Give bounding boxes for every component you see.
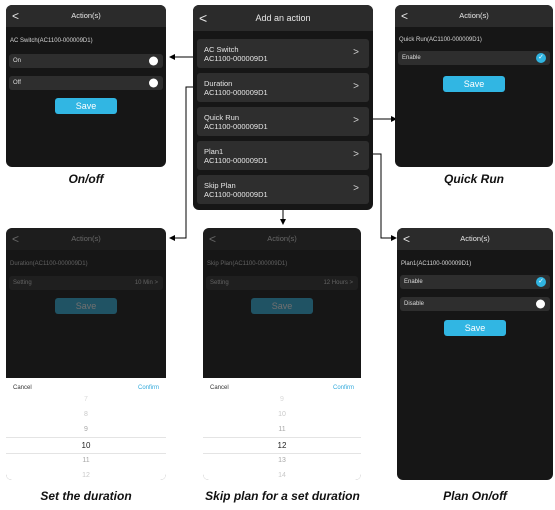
page-title: Action(s): [460, 234, 490, 243]
action-item-name: AC Switch: [204, 45, 239, 54]
confirm-button[interactable]: Confirm: [333, 385, 354, 391]
picker-option[interactable]: 8: [6, 411, 166, 418]
save-button[interactable]: Save: [444, 320, 506, 336]
setting-value: 12 Hours >: [323, 280, 353, 286]
skip-hours-picker[interactable]: Cancel Confirm 9 10 11 12 13 14 15: [203, 378, 361, 480]
topbar: < Action(s): [6, 5, 166, 27]
save-button[interactable]: Save: [251, 298, 313, 314]
cancel-button[interactable]: Cancel: [13, 385, 32, 391]
picker-selection-line: [6, 453, 166, 454]
chevron-right-icon: >: [353, 183, 359, 194]
save-button[interactable]: Save: [55, 98, 117, 114]
onoff-screen: < Action(s) AC Switch(AC1100-000009D1) O…: [6, 5, 166, 167]
action-item-ac-switch[interactable]: AC Switch AC1100-000009D1 >: [197, 39, 369, 68]
save-button[interactable]: Save: [55, 298, 117, 314]
check-icon[interactable]: ✓: [536, 53, 546, 63]
setting-row[interactable]: Setting 10 Min >: [9, 276, 163, 290]
picker-option[interactable]: 7: [6, 396, 166, 403]
picker-option[interactable]: 14: [203, 472, 361, 479]
device-subtitle: Plan1(AC1100-000009D1): [401, 261, 472, 267]
action-item-device: AC1100-000009D1: [204, 54, 268, 63]
action-item-duration[interactable]: Duration AC1100-000009D1 >: [197, 73, 369, 102]
picker-option[interactable]: 12: [6, 472, 166, 479]
topbar: < Action(s): [395, 5, 553, 27]
chevron-right-icon: >: [353, 81, 359, 92]
setting-label: Setting: [210, 280, 229, 286]
action-item-name: Plan1: [204, 147, 224, 156]
option-off[interactable]: Off: [9, 76, 163, 90]
caption-duration: Set the duration: [40, 489, 132, 503]
option-label: Enable: [404, 279, 423, 285]
caption-quickrun: Quick Run: [443, 172, 504, 186]
action-item-device: AC1100-000009D1: [204, 88, 268, 97]
caption-skip-plan: Skip plan for a set duration: [205, 489, 360, 503]
action-item-name: Duration: [204, 79, 233, 88]
page-title: Action(s): [71, 234, 101, 243]
cancel-button[interactable]: Cancel: [210, 385, 229, 391]
picker-option[interactable]: 9: [6, 426, 166, 433]
add-action-screen: < Add an action AC Switch AC1100-000009D…: [193, 5, 373, 210]
picker-option[interactable]: 11: [6, 457, 166, 464]
action-item-skip-plan[interactable]: Skip Plan AC1100-000009D1 >: [197, 175, 369, 204]
page-title: Action(s): [71, 11, 101, 20]
action-item-quick-run[interactable]: Quick Run AC1100-000009D1 >: [197, 107, 369, 136]
topbar: < Action(s): [397, 228, 553, 250]
option-disable[interactable]: Disable: [400, 297, 550, 311]
topbar: < Action(s): [203, 228, 361, 250]
topbar: < Add an action: [193, 5, 373, 31]
option-label: Off: [13, 80, 21, 86]
duration-screen: < Action(s) Duration(AC1100-000009D1) Se…: [6, 228, 166, 480]
chevron-right-icon: >: [353, 149, 359, 160]
quickrun-screen: < Action(s) Quick Run(AC1100-000009D1) E…: [395, 5, 553, 167]
toggle-icon[interactable]: [149, 78, 158, 88]
toggle-icon[interactable]: [149, 56, 158, 66]
option-label: Disable: [404, 301, 425, 307]
confirm-button[interactable]: Confirm: [138, 385, 159, 391]
option-enable[interactable]: Enable ✓: [398, 51, 550, 65]
picker-selection-line: [6, 437, 166, 438]
picker-option[interactable]: 11: [203, 426, 361, 433]
plan-screen: < Action(s) Plan1(AC1100-000009D1) Enabl…: [397, 228, 553, 480]
chevron-right-icon: >: [353, 115, 359, 126]
caption-plan: Plan On/off: [443, 489, 507, 503]
option-label: Enable: [402, 55, 421, 61]
caption-onoff: On/off: [68, 172, 104, 186]
picker-option-selected[interactable]: 10: [6, 441, 166, 450]
picker-option[interactable]: 10: [203, 411, 361, 418]
topbar: < Action(s): [6, 228, 166, 250]
action-item-plan1[interactable]: Plan1 AC1100-000009D1 >: [197, 141, 369, 170]
check-icon[interactable]: ✓: [536, 277, 546, 287]
option-on[interactable]: On: [9, 54, 163, 68]
page-title: Add an action: [255, 13, 311, 23]
action-item-name: Skip Plan: [204, 181, 236, 190]
dimmed-background: < Action(s) Skip Plan(AC1100-000009D1) S…: [203, 228, 361, 378]
toggle-icon[interactable]: [536, 299, 545, 309]
setting-value: 10 Min >: [134, 280, 158, 286]
device-subtitle: Skip Plan(AC1100-000009D1): [207, 261, 288, 267]
setting-label: Setting: [13, 280, 32, 286]
page-title: Action(s): [459, 11, 489, 20]
picker-selection-line: [203, 453, 361, 454]
action-item-name: Quick Run: [204, 113, 240, 122]
action-item-device: AC1100-000009D1: [204, 190, 268, 199]
page-title: Action(s): [267, 234, 297, 243]
skip-plan-screen: < Action(s) Skip Plan(AC1100-000009D1) S…: [203, 228, 361, 480]
device-subtitle: Duration(AC1100-000009D1): [10, 261, 88, 267]
action-item-device: AC1100-000009D1: [204, 156, 268, 165]
picker-option-selected[interactable]: 12: [203, 441, 361, 450]
picker-selection-line: [203, 437, 361, 438]
device-subtitle: AC Switch(AC1100-000009D1): [10, 38, 93, 44]
setting-row[interactable]: Setting 12 Hours >: [206, 276, 358, 290]
save-button[interactable]: Save: [443, 76, 505, 92]
option-enable[interactable]: Enable ✓: [400, 275, 550, 289]
arrow-to-plan: [370, 153, 397, 241]
chevron-right-icon: >: [353, 47, 359, 58]
action-item-device: AC1100-000009D1: [204, 122, 268, 131]
duration-picker[interactable]: Cancel Confirm 7 8 9 10 11 12 13: [6, 378, 166, 480]
dimmed-background: < Action(s) Duration(AC1100-000009D1) Se…: [6, 228, 166, 378]
picker-option[interactable]: 13: [203, 457, 361, 464]
picker-option[interactable]: 9: [203, 396, 361, 403]
device-subtitle: Quick Run(AC1100-000009D1): [399, 37, 482, 43]
option-label: On: [13, 58, 22, 64]
